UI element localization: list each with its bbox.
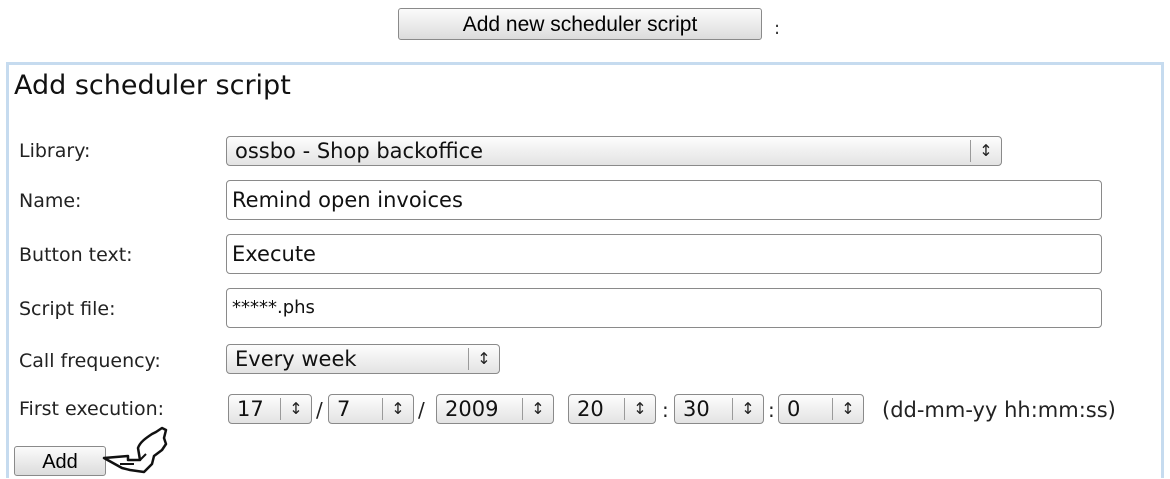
top-button-suffix: : xyxy=(774,18,781,39)
time-separator: : xyxy=(662,398,669,422)
month-select[interactable]: 7 ↕ xyxy=(328,394,414,424)
up-down-arrows-icon: ↕ xyxy=(382,398,413,420)
hour-select[interactable]: 20 ↕ xyxy=(568,394,656,424)
library-label: Library: xyxy=(19,140,91,162)
up-down-arrows-icon: ↕ xyxy=(732,398,763,420)
up-down-arrows-icon: ↕ xyxy=(468,348,499,370)
button-text-label: Button text: xyxy=(19,244,133,266)
call-frequency-value: Every week xyxy=(235,347,357,371)
minute-select[interactable]: 30 ↕ xyxy=(674,394,764,424)
up-down-arrows-icon: ↕ xyxy=(832,398,863,420)
date-format-hint: (dd-mm-yy hh:mm:ss) xyxy=(882,398,1116,422)
up-down-arrows-icon: ↕ xyxy=(522,398,553,420)
script-file-label: Script file: xyxy=(19,298,116,320)
up-down-arrows-icon: ↕ xyxy=(624,398,655,420)
button-text-field[interactable]: Execute xyxy=(226,234,1102,274)
time-separator: : xyxy=(768,398,775,422)
call-frequency-label: Call frequency: xyxy=(19,350,161,372)
add-new-scheduler-script-button[interactable]: Add new scheduler script xyxy=(398,8,762,40)
script-file-field[interactable]: *****.phs xyxy=(226,288,1102,328)
up-down-arrows-icon: ↕ xyxy=(280,398,311,420)
name-field[interactable]: Remind open invoices xyxy=(226,180,1102,220)
year-value: 2009 xyxy=(445,397,499,421)
year-select[interactable]: 2009 ↕ xyxy=(436,394,554,424)
month-value: 7 xyxy=(337,397,351,421)
up-down-arrows-icon: ↕ xyxy=(970,140,1001,162)
day-select[interactable]: 17 ↕ xyxy=(228,394,312,424)
add-button[interactable]: Add xyxy=(14,446,106,476)
first-execution-label: First execution: xyxy=(19,398,165,420)
name-label: Name: xyxy=(19,190,82,212)
second-select[interactable]: 0 ↕ xyxy=(778,394,864,424)
minute-value: 30 xyxy=(683,397,710,421)
panel-title: Add scheduler script xyxy=(14,70,291,101)
second-value: 0 xyxy=(787,397,801,421)
library-select-value: ossbo - Shop backoffice xyxy=(235,139,484,163)
hand-pointer-icon xyxy=(102,426,168,474)
date-separator: / xyxy=(418,398,425,422)
hour-value: 20 xyxy=(577,397,604,421)
library-select[interactable]: ossbo - Shop backoffice ↕ xyxy=(226,136,1002,166)
day-value: 17 xyxy=(237,397,264,421)
date-separator: / xyxy=(316,398,323,422)
call-frequency-select[interactable]: Every week ↕ xyxy=(226,344,500,374)
